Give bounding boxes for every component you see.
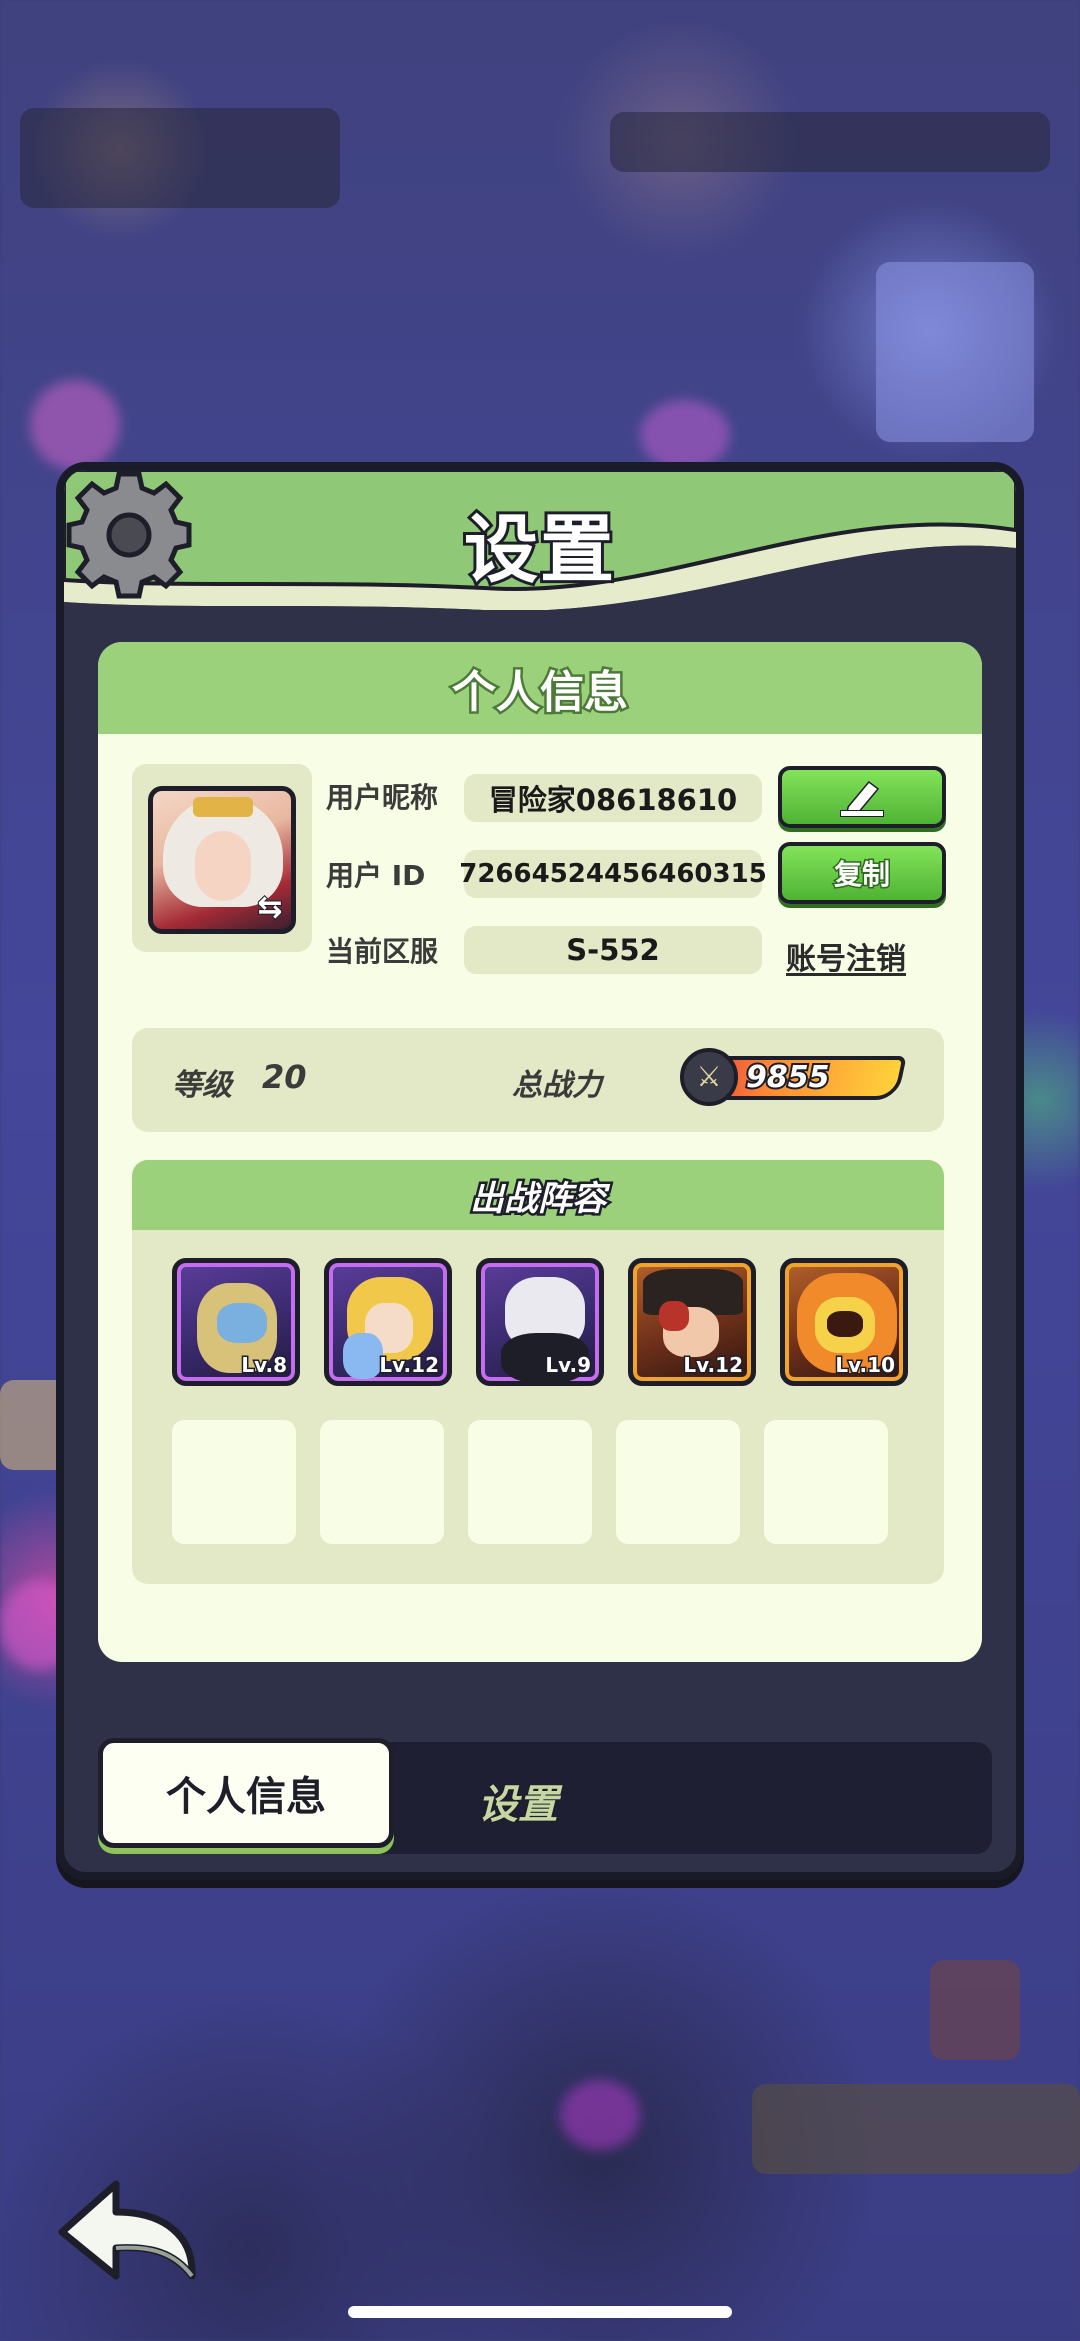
- background-decoration: [640, 400, 730, 470]
- empty-hero-slot[interactable]: [320, 1420, 444, 1544]
- modal-title: 设置: [461, 504, 617, 596]
- power-label: 总战力: [512, 1068, 602, 1103]
- empty-hero-slot[interactable]: [172, 1420, 296, 1544]
- empty-hero-slot[interactable]: [764, 1420, 888, 1544]
- stats-panel: 等级 20 总战力 ⚔ 9855: [132, 1028, 944, 1132]
- nickname-value: 冒险家08618610: [464, 774, 762, 822]
- level-label: 等级: [172, 1068, 232, 1103]
- background-side-button: [930, 1960, 1020, 2060]
- background-currency-bar: [610, 112, 1050, 172]
- user-id-value: 72664524456460315: [459, 850, 767, 898]
- avatar[interactable]: ⇆: [148, 786, 296, 934]
- modal-header: 设置: [64, 470, 1016, 610]
- hero-row: Lv.8 Lv.12 Lv.9 Lv.12 Lv.10: [172, 1258, 912, 1386]
- home-indicator[interactable]: [348, 2306, 732, 2318]
- personal-info-card: 个人信息 ⇆ 用户昵称 冒险家08618610 用户 ID 7266452445…: [98, 642, 982, 1662]
- user-id-label: 用户 ID: [326, 859, 426, 892]
- settings-modal: 设置 个人信息 ⇆ 用户昵称 冒险家08618610 用户 ID 7266452…: [56, 462, 1024, 1880]
- empty-row: [172, 1420, 912, 1544]
- edit-nickname-button[interactable]: [778, 766, 946, 828]
- pencil-icon: [840, 780, 884, 817]
- nickname-label: 用户昵称: [326, 781, 439, 814]
- empty-hero-slot[interactable]: [468, 1420, 592, 1544]
- crossed-swords-icon: ⚔: [680, 1048, 738, 1106]
- hero-level: Lv.10: [834, 1352, 897, 1379]
- power-value: 9855: [744, 1058, 831, 1097]
- tab-settings[interactable]: 设置: [477, 1772, 560, 1830]
- avatar-container: ⇆: [132, 764, 312, 952]
- copy-button[interactable]: 复制: [778, 842, 946, 904]
- hero-slot[interactable]: Lv.8: [172, 1258, 300, 1386]
- power-badge: ⚔ 9855: [680, 1048, 910, 1106]
- background-decoration: [560, 2080, 640, 2150]
- avatar-face: [195, 831, 251, 901]
- hero-slot[interactable]: Lv.12: [628, 1258, 756, 1386]
- hero-slot[interactable]: Lv.12: [324, 1258, 452, 1386]
- back-arrow-icon[interactable]: [54, 2176, 204, 2286]
- avatar-crown: [193, 797, 253, 817]
- tab-bar: 个人信息 设置: [98, 1738, 992, 1854]
- lineup-title: 出战阵容: [132, 1160, 944, 1230]
- hero-level: Lv.12: [682, 1352, 745, 1379]
- swap-icon[interactable]: ⇆: [253, 890, 287, 926]
- server-label: 当前区服: [326, 935, 439, 968]
- hero-level: Lv.9: [544, 1352, 593, 1379]
- empty-hero-slot[interactable]: [616, 1420, 740, 1544]
- hero-level: Lv.8: [240, 1352, 289, 1379]
- level-value: 20: [262, 1058, 307, 1096]
- hero-slot[interactable]: Lv.10: [780, 1258, 908, 1386]
- lineup-slots: Lv.8 Lv.12 Lv.9 Lv.12 Lv.10: [172, 1258, 912, 1578]
- hero-slot[interactable]: Lv.9: [476, 1258, 604, 1386]
- background-decoration: [30, 380, 120, 470]
- section-title: 个人信息: [98, 642, 982, 734]
- hero-level: Lv.12: [378, 1352, 441, 1379]
- server-value: S-552: [464, 926, 762, 974]
- background-quest-banner: [752, 2084, 1080, 2174]
- battle-lineup: 出战阵容 Lv.8 Lv.12 Lv.9 Lv.12 Lv.10: [132, 1160, 944, 1584]
- background-minimap: [876, 262, 1034, 442]
- background-player-card: [20, 108, 340, 208]
- tab-personal-info[interactable]: 个人信息: [98, 1738, 394, 1848]
- delete-account-link[interactable]: 账号注销: [786, 934, 906, 978]
